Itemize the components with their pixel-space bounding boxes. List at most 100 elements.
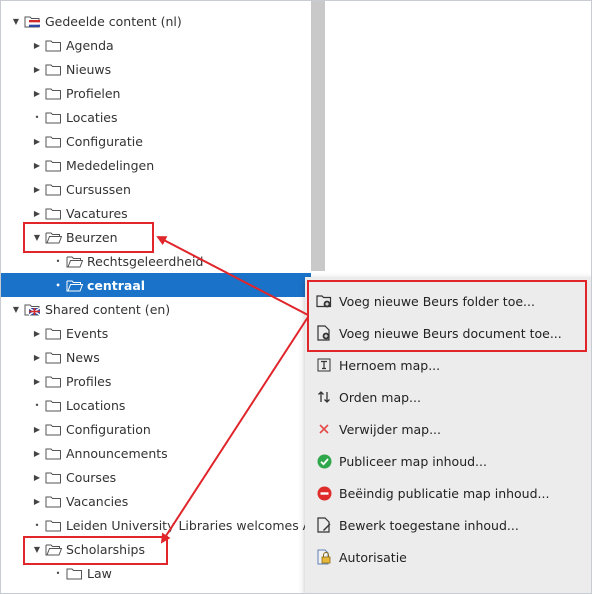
expand-toggle-icon[interactable]: ▶	[32, 449, 42, 458]
folder-icon	[45, 87, 66, 100]
menu-item-add-folder[interactable]: Voeg nieuwe Beurs folder toe...	[305, 285, 591, 317]
tree-item[interactable]: ▼ Shared content (en)	[1, 297, 311, 321]
leaf-bullet: •	[55, 280, 61, 290]
flag-en-folder-icon	[24, 303, 45, 316]
tree-item[interactable]: • Rechtsgeleerdheid	[1, 249, 311, 273]
leaf-bullet: •	[34, 400, 40, 410]
cms-window: ▼ Gedeelde content (nl) ▶ Agenda ▶ Nieuws ▶ Pro…	[0, 0, 592, 594]
folder-open-icon	[45, 543, 66, 556]
tree-item-label: Shared content (en)	[45, 301, 171, 317]
folder-icon	[66, 567, 87, 580]
expand-toggle-icon[interactable]: ▶	[32, 185, 42, 194]
tree-item-label: Announcements	[66, 445, 168, 461]
expand-toggle-icon[interactable]: ▶	[32, 41, 42, 50]
tree-item[interactable]: • Locations	[1, 393, 311, 417]
folder-icon	[45, 135, 66, 148]
expand-toggle-icon[interactable]: ▶	[32, 65, 42, 74]
expand-toggle-icon[interactable]: ▶	[32, 137, 42, 146]
folder-icon	[45, 111, 66, 124]
tree-item[interactable]: ▶ Agenda	[1, 33, 311, 57]
tree-item[interactable]: ▶ Profiles	[1, 369, 311, 393]
tree-item[interactable]: ▶ Configuration	[1, 417, 311, 441]
tree-item[interactable]: ▶ Mededelingen	[1, 153, 311, 177]
folder-icon	[45, 63, 66, 76]
tree-item-selected[interactable]: • centraal	[1, 273, 311, 297]
tree-item[interactable]: ▼ Gedeelde content (nl)	[1, 9, 311, 33]
leaf-bullet: •	[55, 568, 61, 578]
tree-item[interactable]: ▶ Courses	[1, 465, 311, 489]
sort-icon	[315, 388, 333, 406]
tree-item-label: Law	[87, 565, 112, 581]
expand-toggle-icon[interactable]: ▶	[32, 425, 42, 434]
leaf-bullet: •	[34, 520, 40, 530]
menu-item-unpublish[interactable]: Beëindig publicatie map inhoud...	[305, 477, 591, 509]
menu-item-authorization[interactable]: Autorisatie	[305, 541, 591, 573]
menu-item-rename[interactable]: Hernoem map...	[305, 349, 591, 381]
expand-toggle-icon[interactable]: ▶	[32, 473, 42, 482]
tree-item[interactable]: ▶ Vacatures	[1, 201, 311, 225]
expand-toggle-icon[interactable]: ▶	[32, 209, 42, 218]
tree-item-label: Beurzen	[66, 229, 118, 245]
tree-item[interactable]: ▶ News	[1, 345, 311, 369]
tree-item[interactable]: • Law	[1, 561, 311, 585]
edit-allowed-content-icon	[315, 516, 333, 534]
menu-item-edit-allowed-content[interactable]: Bewerk toegestane inhoud...	[305, 509, 591, 541]
tree-item-label: Vacatures	[66, 205, 128, 221]
tree-item-label: Agenda	[66, 37, 114, 53]
add-document-icon	[315, 324, 333, 342]
folder-icon	[45, 351, 66, 364]
tree-item[interactable]: ▶ Nieuws	[1, 57, 311, 81]
folder-icon	[45, 183, 66, 196]
collapse-toggle-icon[interactable]: ▼	[32, 545, 42, 554]
tree-item-label: Vacancies	[66, 493, 129, 509]
collapse-toggle-icon[interactable]: ▼	[11, 305, 21, 314]
tree-item-label: Profiles	[66, 373, 112, 389]
delete-icon	[315, 420, 333, 438]
folder-open-icon	[66, 255, 87, 268]
tree-item-label: Configuratie	[66, 133, 143, 149]
expand-toggle-icon[interactable]: ▶	[32, 89, 42, 98]
authorization-icon	[315, 548, 333, 566]
flag-nl-folder-icon	[24, 15, 45, 28]
folder-icon	[45, 423, 66, 436]
collapse-toggle-icon[interactable]: ▼	[32, 233, 42, 242]
menu-item-add-document[interactable]: Voeg nieuwe Beurs document toe...	[305, 317, 591, 349]
menu-item-label: Beëindig publicatie map inhoud...	[339, 485, 550, 501]
expand-toggle-icon[interactable]: ▶	[32, 329, 42, 338]
menu-item-label: Orden map...	[339, 389, 421, 405]
tree-item[interactable]: • Leiden University Libraries welcomes A	[1, 513, 311, 537]
tree-item[interactable]: ▶ Vacancies	[1, 489, 311, 513]
tree-scrollbar[interactable]	[311, 1, 325, 271]
tree-item[interactable]: ▶ Announcements	[1, 441, 311, 465]
tree-item-label: News	[66, 349, 100, 365]
folder-icon	[45, 399, 66, 412]
expand-toggle-icon[interactable]: ▶	[32, 161, 42, 170]
menu-item-publish[interactable]: Publiceer map inhoud...	[305, 445, 591, 477]
menu-item-label: Hernoem map...	[339, 357, 441, 373]
menu-item-label: Autorisatie	[339, 549, 407, 565]
add-folder-icon	[315, 292, 333, 310]
tree-item[interactable]: ▼ Scholarships	[1, 537, 311, 561]
expand-toggle-icon[interactable]: ▶	[32, 353, 42, 362]
folder-icon	[45, 207, 66, 220]
tree-item[interactable]: ▶ Profielen	[1, 81, 311, 105]
expand-toggle-icon[interactable]: ▶	[32, 497, 42, 506]
tree-item-label: Nieuws	[66, 61, 112, 77]
tree-item[interactable]: • Locaties	[1, 105, 311, 129]
expand-toggle-icon[interactable]: ▶	[32, 377, 42, 386]
menu-item-label: Voeg nieuwe Beurs folder toe...	[339, 293, 535, 309]
tree-item[interactable]: ▶ Events	[1, 321, 311, 345]
menu-item-sort[interactable]: Orden map...	[305, 381, 591, 413]
tree-item-label: Leiden University Libraries welcomes A	[66, 517, 311, 533]
folder-open-icon	[66, 279, 87, 292]
tree-item[interactable]: ▶ Configuratie	[1, 129, 311, 153]
folder-icon	[45, 375, 66, 388]
collapse-toggle-icon[interactable]: ▼	[11, 17, 21, 26]
tree-item[interactable]: ▶ Cursussen	[1, 177, 311, 201]
folder-icon	[45, 159, 66, 172]
tree-item-label: Mededelingen	[66, 157, 155, 173]
menu-item-delete[interactable]: Verwijder map...	[305, 413, 591, 445]
tree-item[interactable]: ▼ Beurzen	[1, 225, 311, 249]
content-tree: ▼ Gedeelde content (nl) ▶ Agenda ▶ Nieuws ▶ Pro…	[1, 1, 311, 593]
tree-item-label: Gedeelde content (nl)	[45, 13, 182, 29]
